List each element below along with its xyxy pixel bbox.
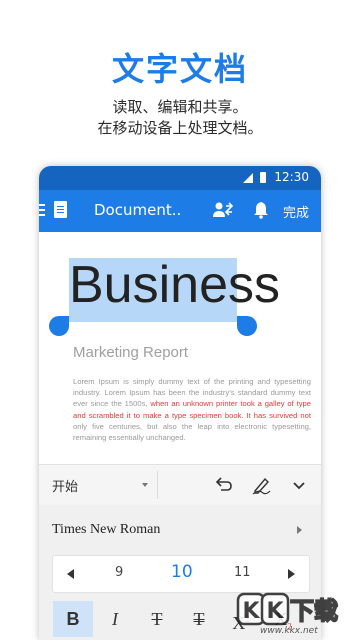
font-size-picker[interactable]: 9 10 11 xyxy=(52,555,310,593)
bold-button[interactable]: B xyxy=(53,601,93,637)
pen-icon[interactable] xyxy=(251,475,271,495)
document-body[interactable]: Lorem Ipsum is simply dummy text of the … xyxy=(73,376,311,443)
selection-handle-start[interactable] xyxy=(49,316,69,336)
double-strikethrough-button[interactable]: T xyxy=(179,601,219,637)
done-button[interactable]: 完成 xyxy=(283,202,309,221)
strikethrough-button[interactable]: T xyxy=(137,601,177,637)
svg-text:K: K xyxy=(266,599,284,624)
svg-text:K: K xyxy=(242,599,260,624)
strikethrough-glyph: T xyxy=(151,609,163,629)
promo-line-2: 在移动设备上处理文档。 xyxy=(97,119,263,137)
status-time: 12:30 xyxy=(274,170,309,184)
watermark-logo: K K 下载 xyxy=(236,592,339,626)
bell-icon[interactable] xyxy=(252,201,270,219)
status-bar: 12:30 xyxy=(39,166,321,190)
document-heading[interactable]: Business xyxy=(69,252,280,320)
share-people-icon[interactable] xyxy=(213,201,233,219)
svg-text:下载: 下载 xyxy=(290,597,338,625)
promo-line-1: 读取、编辑和共享。 xyxy=(112,98,248,116)
chevron-right-icon xyxy=(297,526,302,534)
undo-icon[interactable] xyxy=(213,475,233,495)
font-selector[interactable]: Times New Roman xyxy=(39,515,321,545)
app-bar: Document.. 完成 xyxy=(39,190,321,232)
size-increase-icon[interactable] xyxy=(288,569,295,579)
watermark-url: www.kkx.net xyxy=(260,626,318,636)
menu-icon[interactable] xyxy=(39,204,45,216)
signal-icon xyxy=(243,173,253,183)
document-icon xyxy=(54,201,67,218)
battery-icon xyxy=(260,172,266,183)
chevron-down-icon[interactable] xyxy=(289,475,309,495)
font-size-option[interactable]: 11 xyxy=(234,565,251,580)
toolbar-divider xyxy=(157,471,158,499)
phone-frame: 12:30 Document.. 完成 Business Marketing R… xyxy=(39,166,321,640)
ribbon-tab-selector[interactable]: 开始 xyxy=(52,476,78,495)
font-size-selected[interactable]: 10 xyxy=(171,562,193,582)
size-decrease-icon[interactable] xyxy=(67,569,74,579)
italic-button[interactable]: I xyxy=(95,601,135,637)
document-subtitle[interactable]: Marketing Report xyxy=(73,344,188,361)
edit-toolbar: 开始 xyxy=(39,464,321,506)
dropdown-arrow-icon[interactable] xyxy=(142,483,148,487)
double-strikethrough-glyph: T xyxy=(193,609,205,629)
document-title[interactable]: Document.. xyxy=(94,201,181,219)
document-canvas[interactable]: Business Marketing Report Lorem Ipsum is… xyxy=(39,232,321,464)
selection-handle-end[interactable] xyxy=(237,316,257,336)
font-name: Times New Roman xyxy=(52,522,161,537)
promo-title: 文字文档 xyxy=(111,50,248,88)
font-size-option[interactable]: 9 xyxy=(115,565,123,580)
body-text-normal-end: only five centuries, but also the leap i… xyxy=(73,421,311,443)
